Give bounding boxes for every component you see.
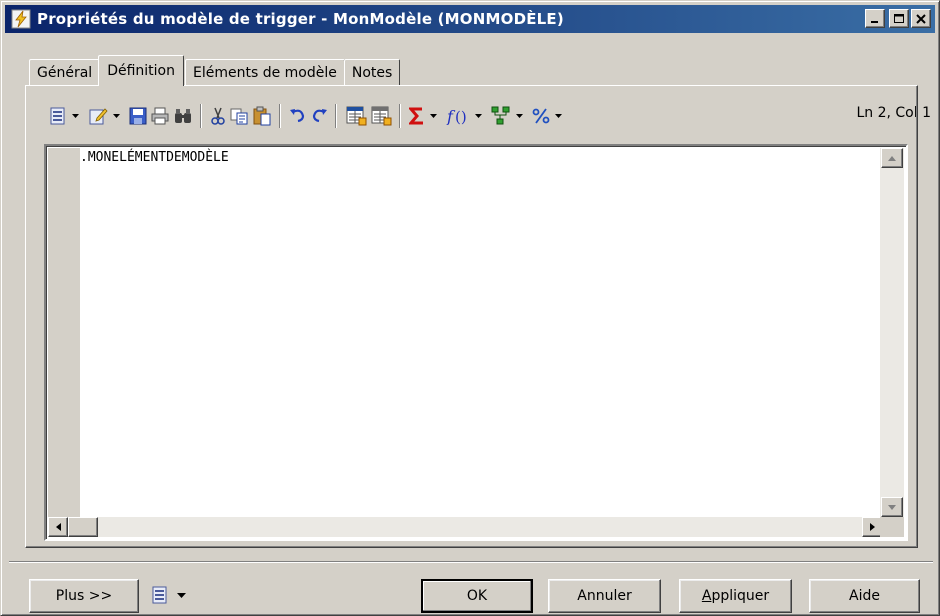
tab-label: Définition <box>107 63 175 79</box>
close-icon <box>916 13 926 24</box>
cancel-button-label: Annuler <box>577 588 632 604</box>
ok-button[interactable]: OK <box>421 579 533 613</box>
tab-panel <box>25 85 918 548</box>
tab-general[interactable]: Général <box>29 59 101 86</box>
window-title: Propriétés du modèle de trigger - MonMod… <box>37 10 564 28</box>
tab-definition[interactable]: Définition <box>98 55 184 86</box>
tab-model-elements[interactable]: Eléments de modèle <box>184 59 345 86</box>
tab-label: Notes <box>351 65 393 81</box>
more-button-label: Plus >> <box>55 588 113 604</box>
help-button[interactable]: Aide <box>809 579 920 613</box>
ok-button-label: OK <box>466 588 488 604</box>
more-button[interactable]: Plus >> <box>29 579 139 613</box>
tab-strip: Général Définition Eléments de modèle No… <box>29 55 401 86</box>
properties-icon <box>152 586 167 604</box>
trigger-icon <box>11 9 31 29</box>
minimize-icon <box>871 20 878 23</box>
apply-button[interactable]: Appliquer <box>679 579 792 613</box>
help-button-label: Aide <box>849 588 880 604</box>
minimize-button[interactable] <box>865 9 885 28</box>
tab-label: Général <box>37 65 93 81</box>
chevron-down-icon <box>177 592 186 598</box>
title-bar[interactable]: Propriétés du modèle de trigger - MonMod… <box>5 5 935 33</box>
window-controls <box>863 9 931 28</box>
tab-notes[interactable]: Notes <box>343 59 401 86</box>
maximize-button[interactable] <box>889 9 909 28</box>
tab-label: Eléments de modèle <box>192 65 337 81</box>
cancel-button[interactable]: Annuler <box>548 579 661 613</box>
dialog-window: Propriétés du modèle de trigger - MonMod… <box>0 0 940 616</box>
apply-button-label: Appliquer <box>702 588 769 604</box>
button-separator <box>9 561 933 563</box>
apply-label-rest: ppliquer <box>711 588 770 604</box>
maximize-icon <box>893 13 904 23</box>
apply-accelerator: A <box>701 588 712 604</box>
close-button[interactable] <box>911 9 931 28</box>
properties-menu-button[interactable] <box>151 585 186 605</box>
